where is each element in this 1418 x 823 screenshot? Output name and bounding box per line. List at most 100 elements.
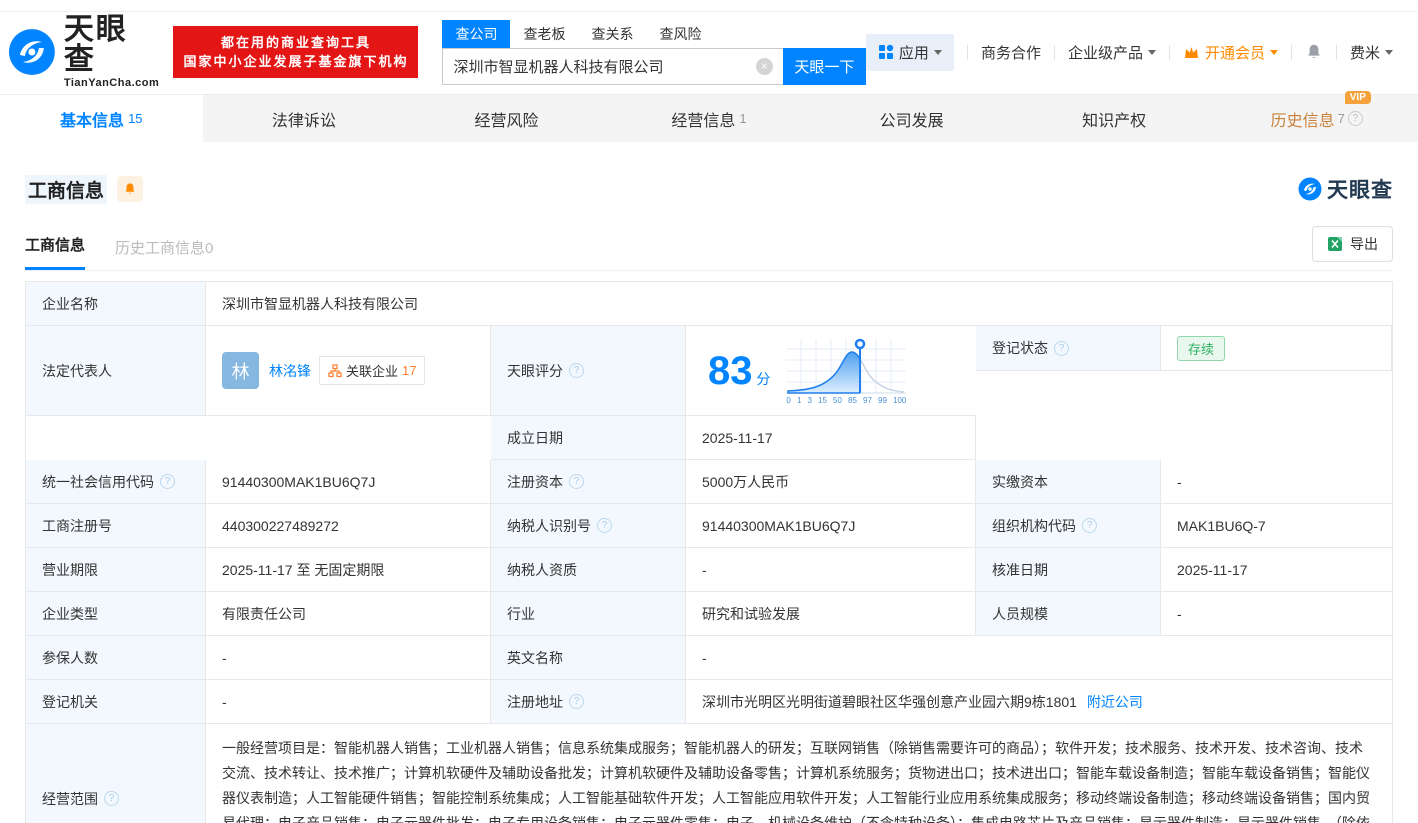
- reg-capital-value: 5000万人民币: [686, 460, 976, 504]
- establish-date-label: 成立日期: [491, 416, 686, 460]
- score-distribution-chart: 01 315 5085 9799 100: [786, 337, 906, 405]
- tab-legal-proceedings[interactable]: 法律诉讼: [203, 95, 406, 142]
- credit-code-label: 统一社会信用代码: [26, 460, 206, 504]
- reg-number-label: 工商注册号: [26, 504, 206, 548]
- search-button[interactable]: 天眼一下: [783, 48, 866, 85]
- table-row: 工商注册号 440300227489272 纳税人识别号 91440300MAK…: [26, 504, 1392, 548]
- clear-search-icon[interactable]: ×: [756, 58, 773, 75]
- info-icon[interactable]: [160, 474, 175, 489]
- info-icon[interactable]: [1082, 518, 1097, 533]
- enterprise-products-menu[interactable]: 企业级产品: [1068, 42, 1156, 63]
- logo-title: 天眼查: [64, 15, 160, 75]
- taxpayer-quality-label: 纳税人资质: [491, 548, 686, 592]
- taxpayer-id-value: 91440300MAK1BU6Q7J: [686, 504, 976, 548]
- apps-menu[interactable]: 应用: [866, 34, 954, 71]
- tianyancha-logo-icon: [8, 28, 56, 76]
- info-icon[interactable]: [569, 694, 584, 709]
- company-name-label: 企业名称: [26, 282, 206, 326]
- approval-date-label: 核准日期: [976, 548, 1161, 592]
- tab-operating-info[interactable]: 经营信息 1: [608, 95, 811, 142]
- english-name-label: 英文名称: [491, 636, 686, 680]
- nav-divider: [967, 45, 968, 60]
- related-companies-badge[interactable]: 关联企业 17: [319, 356, 425, 385]
- registry-authority-label: 登记机关: [26, 680, 206, 724]
- insured-count-value: -: [206, 636, 491, 680]
- company-tabbar: 基本信息 15 法律诉讼 经营风险 经营信息 1 公司发展 知识产权 历史信息 …: [0, 94, 1418, 142]
- legal-rep-name-link[interactable]: 林洺锋: [269, 361, 311, 381]
- score-value: 83: [708, 349, 753, 393]
- business-term-value: 2025-11-17 至 无固定期限: [206, 548, 491, 592]
- table-row: 法定代表人 林 林洺锋 关联企业 17 登记状态: [26, 326, 1392, 460]
- nav-divider: [1291, 45, 1292, 60]
- notifications-button[interactable]: [1305, 43, 1323, 61]
- tab-intellectual-property[interactable]: 知识产权: [1013, 95, 1216, 142]
- open-vip-menu[interactable]: 开通会员: [1183, 42, 1278, 63]
- english-name-value: -: [686, 636, 1392, 680]
- score-curve: [786, 337, 906, 395]
- search-input[interactable]: [442, 48, 782, 85]
- subtab-history-business-info[interactable]: 历史工商信息0: [115, 237, 213, 270]
- site-logo[interactable]: 天眼查 TianYanCha.com: [8, 15, 159, 89]
- industry-value: 研究和试验发展: [686, 592, 976, 636]
- site-header: 天眼查 TianYanCha.com 都在用的商业查询工具 国家中小企业发展子基…: [0, 12, 1418, 94]
- business-cooperation-link[interactable]: 商务合作: [981, 42, 1041, 63]
- table-row: 企业名称 深圳市智显机器人科技有限公司: [26, 282, 1392, 326]
- reg-status-label: 登记状态: [976, 326, 1161, 371]
- industry-label: 行业: [491, 592, 686, 636]
- table-row: 企业类型 有限责任公司 行业 研究和试验发展 人员规模 -: [26, 592, 1392, 636]
- banner-line1: 都在用的商业查询工具: [183, 33, 408, 52]
- reg-capital-label: 注册资本: [491, 460, 686, 504]
- banner-line2: 国家中小企业发展子基金旗下机构: [183, 52, 408, 71]
- org-code-label: 组织机构代码: [976, 504, 1161, 548]
- search-tab-risk[interactable]: 查风险: [646, 20, 714, 48]
- nav-divider: [1336, 45, 1337, 60]
- caret-down-icon: [1148, 50, 1156, 55]
- info-icon[interactable]: [597, 518, 612, 533]
- nav-divider: [1169, 45, 1170, 60]
- main-content: 工商信息 天眼查 工商信息 历史工商信息0 导出: [0, 174, 1418, 823]
- approval-date-value: 2025-11-17: [1161, 548, 1392, 592]
- apps-label: 应用: [899, 42, 929, 63]
- info-icon[interactable]: [1054, 341, 1069, 356]
- export-button[interactable]: 导出: [1312, 226, 1393, 262]
- bell-icon: [123, 182, 137, 196]
- vip-badge: VIP: [1345, 91, 1371, 104]
- info-icon[interactable]: [569, 363, 584, 378]
- legal-rep-avatar[interactable]: 林: [222, 352, 259, 389]
- org-chart-icon: [328, 364, 342, 378]
- nearby-companies-link[interactable]: 附近公司: [1087, 692, 1143, 712]
- establish-date-value: 2025-11-17: [686, 416, 976, 460]
- caret-down-icon: [1270, 50, 1278, 55]
- tab-company-development[interactable]: 公司发展: [810, 95, 1013, 142]
- legal-rep-label: 法定代表人: [26, 326, 206, 416]
- search-tab-relation[interactable]: 查关系: [578, 20, 646, 48]
- search-tab-boss[interactable]: 查老板: [510, 20, 578, 48]
- tab-operating-risk[interactable]: 经营风险: [405, 95, 608, 142]
- registry-authority-value: -: [206, 680, 491, 724]
- tab-basic-info[interactable]: 基本信息 15: [0, 95, 203, 142]
- credit-code-value: 91440300MAK1BU6Q7J: [206, 460, 491, 504]
- staff-size-value: -: [1161, 592, 1392, 636]
- reg-status-value: 存续: [1161, 326, 1392, 371]
- user-menu[interactable]: 费米: [1350, 42, 1393, 63]
- status-badge: 存续: [1177, 336, 1225, 361]
- tianyancha-logo-icon: [1298, 177, 1322, 201]
- search-tab-company[interactable]: 查公司: [442, 20, 510, 48]
- subtab-business-info[interactable]: 工商信息: [25, 234, 85, 270]
- logo-subtitle: TianYanCha.com: [64, 78, 160, 89]
- staff-size-label: 人员规模: [976, 592, 1161, 636]
- monitor-bell-button[interactable]: [117, 176, 143, 202]
- table-row: 营业期限 2025-11-17 至 无固定期限 纳税人资质 - 核准日期 202…: [26, 548, 1392, 592]
- info-icon[interactable]: [569, 474, 584, 489]
- bell-icon: [1305, 43, 1323, 61]
- taxpayer-quality-value: -: [686, 548, 976, 592]
- help-icon: ?: [1348, 111, 1363, 126]
- tab-history-info[interactable]: 历史信息 7 VIP ?: [1215, 95, 1418, 142]
- info-icon[interactable]: [104, 791, 119, 806]
- table-row: 参保人数 - 英文名称 -: [26, 636, 1392, 680]
- top-strip: [0, 0, 1418, 12]
- business-scope-value: 一般经营项目是：智能机器人销售；工业机器人销售；信息系统集成服务；智能机器人的研…: [206, 724, 1392, 823]
- score-unit: 分: [756, 371, 770, 387]
- score-axis: 01 315 5085 9799 100: [786, 396, 906, 405]
- top-nav: 应用 商务合作 企业级产品 开通会员 费米: [866, 34, 1393, 71]
